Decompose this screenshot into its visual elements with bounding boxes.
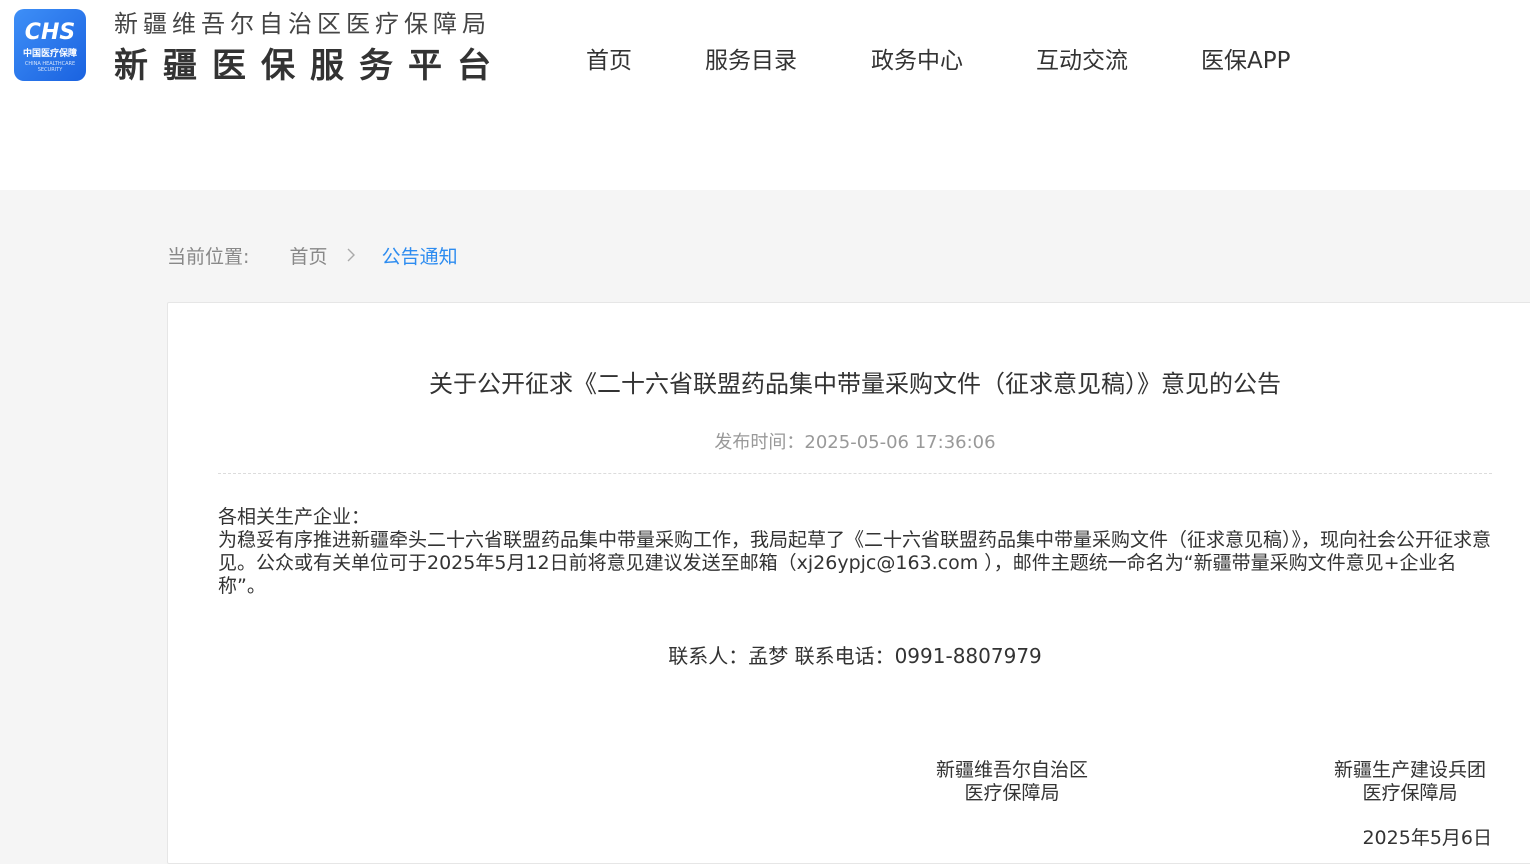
site-header: CHS 中国医疗保障 CHINA HEALTHCARE SECURITY 新疆维… — [0, 0, 1530, 190]
nav-item-government-center[interactable]: 政务中心 — [871, 44, 963, 78]
article-body: 各相关生产企业： 为稳妥有序推进新疆牵头二十六省联盟药品集中带量采购工作，我局起… — [218, 506, 1492, 598]
article-title: 关于公开征求《二十六省联盟药品集中带量采购文件（征求意见稿）》意见的公告 — [429, 370, 1281, 398]
signature-line: 医疗保障局 — [1362, 782, 1458, 804]
chevron-right-icon — [346, 244, 356, 270]
body-paragraph: 为稳妥有序推进新疆牵头二十六省联盟药品集中带量采购工作，我局起草了《二十六省联盟… — [218, 529, 1492, 597]
divider — [218, 473, 1492, 474]
contact-info: 联系人：孟梦 联系电话：0991-8807979 — [668, 644, 1042, 668]
breadcrumb: 当前位置: 首页 公告通知 — [167, 243, 458, 270]
logo-english: CHINA HEALTHCARE SECURITY — [24, 61, 76, 73]
nav-item-app[interactable]: 医保APP — [1201, 44, 1290, 78]
chs-logo[interactable]: CHS 中国医疗保障 CHINA HEALTHCARE SECURITY — [14, 9, 86, 81]
signature-bingtuan-bureau: 新疆生产建设兵团 医疗保障局 — [1310, 759, 1510, 805]
signature-date: 2025年5月6日 — [1362, 827, 1492, 849]
signature-line: 新疆生产建设兵团 — [1333, 759, 1486, 781]
publish-time: 发布时间：2025-05-06 17:36:06 — [714, 432, 996, 453]
nav-item-home[interactable]: 首页 — [586, 44, 632, 78]
logo-subtitle: 中国医疗保障 — [22, 49, 77, 59]
breadcrumb-current[interactable]: 公告通知 — [382, 244, 458, 270]
breadcrumb-home-link[interactable]: 首页 — [289, 244, 327, 270]
signature-xinjiang-bureau: 新疆维吾尔自治区 医疗保障局 — [902, 759, 1122, 805]
logo-mark: CHS — [24, 20, 76, 45]
nav-item-service-catalog[interactable]: 服务目录 — [705, 44, 797, 78]
nav-item-interaction[interactable]: 互动交流 — [1036, 44, 1128, 78]
breadcrumb-prefix: 当前位置: — [167, 245, 250, 268]
site-name: 新疆医保服务平台 — [114, 46, 506, 86]
signature-line: 新疆维吾尔自治区 — [935, 759, 1088, 781]
salutation: 各相关生产企业： — [218, 506, 371, 528]
article-card: 关于公开征求《二十六省联盟药品集中带量采购文件（征求意见稿）》意见的公告 发布时… — [167, 302, 1530, 864]
org-name: 新疆维吾尔自治区医疗保障局 — [114, 10, 491, 38]
signature-line: 医疗保障局 — [964, 782, 1060, 804]
